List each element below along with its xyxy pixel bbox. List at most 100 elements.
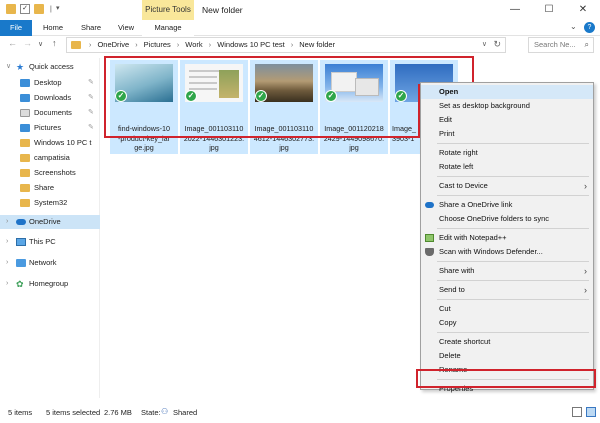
expand-icon[interactable]: › — [6, 256, 8, 270]
tab-manage[interactable]: Manage — [142, 20, 194, 36]
quick-access-dropdown-icon[interactable]: ▾ — [56, 4, 60, 12]
sidebar-item-network[interactable]: › Network — [0, 256, 100, 270]
menu-item-print[interactable]: Print — [421, 127, 593, 141]
network-icon — [16, 259, 26, 267]
breadcrumb-windows-10-pc-test[interactable]: Windows 10 PC test — [217, 40, 285, 49]
sidebar-item-homegroup[interactable]: › ✿ Homegroup — [0, 277, 100, 291]
tab-view[interactable]: View — [110, 20, 142, 36]
menu-item-send-to[interactable]: Send to › — [421, 283, 593, 297]
refresh-icon[interactable]: ↻ — [493, 39, 501, 50]
sidebar-item-label: Quick access — [29, 62, 74, 71]
forward-icon[interactable]: → — [23, 38, 32, 48]
menu-item-open[interactable]: Open — [421, 85, 593, 99]
menu-item-edit-with-notepad[interactable]: Edit with Notepad++ — [421, 231, 593, 245]
tab-home[interactable]: Home — [36, 20, 70, 36]
context-menu: Open Set as desktop background Edit Print Ro… — [420, 82, 594, 393]
sidebar-item-downloads[interactable]: Downloads ✎ — [0, 91, 100, 105]
expand-icon[interactable]: › — [6, 215, 8, 229]
navigation-pane: ∨ ★ Quick access Desktop ✎ Downloads ✎ D… — [0, 58, 100, 398]
recent-locations-icon[interactable]: ∨ — [38, 40, 43, 48]
menu-item-label: Set as desktop background — [439, 101, 530, 110]
menu-item-label: Share with — [439, 266, 475, 275]
menu-item-share-a-onedrive-link[interactable]: Share a OneDrive link — [421, 198, 593, 212]
chevron-right-icon[interactable]: › — [177, 42, 179, 49]
close-button[interactable]: ✕ — [566, 0, 600, 20]
properties-check-icon[interactable]: ✓ — [20, 4, 30, 14]
download-icon — [20, 94, 30, 102]
menu-item-copy[interactable]: Copy — [421, 316, 593, 330]
menu-item-rotate-left[interactable]: Rotate left — [421, 160, 593, 174]
tab-file[interactable]: File — [0, 20, 32, 36]
expand-icon[interactable]: › — [6, 277, 8, 291]
expand-icon[interactable]: › — [6, 235, 8, 249]
menu-item-choose-onedrive-folders-to-sync[interactable]: Choose OneDrive folders to sync — [421, 212, 593, 226]
defender-icon — [425, 248, 434, 256]
sidebar-item-system32[interactable]: System32 — [0, 196, 100, 210]
menu-item-share-with[interactable]: Share with › — [421, 264, 593, 278]
search-input[interactable]: Search Ne... ⌕ — [528, 37, 594, 53]
menu-item-label: Open — [439, 87, 459, 96]
sidebar-item-campatisia[interactable]: campatisia — [0, 151, 100, 165]
menu-item-cut[interactable]: Cut — [421, 302, 593, 316]
up-icon[interactable]: ↑ — [52, 38, 57, 48]
sidebar-item-documents[interactable]: Documents ✎ — [0, 106, 100, 120]
breadcrumb-onedrive[interactable]: OneDrive — [97, 40, 129, 49]
menu-item-create-shortcut[interactable]: Create shortcut — [421, 335, 593, 349]
sidebar-item-windows-10-pc-test[interactable]: Windows 10 PC t — [0, 136, 100, 150]
chevron-right-icon[interactable]: › — [209, 42, 211, 49]
window-title: New folder — [202, 5, 243, 15]
address-dropdown-icon[interactable]: ∨ — [482, 40, 487, 48]
breadcrumb-work[interactable]: Work — [185, 40, 202, 49]
maximize-button[interactable]: ☐ — [532, 0, 566, 20]
collapse-icon[interactable]: ∨ — [6, 60, 11, 74]
pin-icon: ✎ — [88, 94, 94, 101]
menu-item-label: Copy — [439, 318, 457, 327]
sidebar-item-pictures[interactable]: Pictures ✎ — [0, 121, 100, 135]
folder-icon — [20, 184, 30, 192]
large-icons-view-icon[interactable] — [586, 407, 596, 417]
sidebar-item-onedrive[interactable]: › OneDrive — [0, 215, 100, 229]
onedrive-icon — [16, 219, 26, 225]
ribbon-tabs: File Home Share View Manage ⌄ ? — [0, 20, 600, 36]
details-view-icon[interactable] — [572, 407, 582, 417]
chevron-right-icon[interactable]: › — [291, 42, 293, 49]
menu-item-label: Scan with Windows Defender... — [439, 247, 543, 256]
sidebar-item-desktop[interactable]: Desktop ✎ — [0, 76, 100, 90]
sidebar-item-share[interactable]: Share — [0, 181, 100, 195]
sidebar-item-quick-access[interactable]: ∨ ★ Quick access — [0, 60, 100, 74]
sidebar-item-label: Desktop — [34, 78, 62, 87]
new-folder-icon[interactable] — [34, 4, 44, 14]
breadcrumb-new-folder[interactable]: New folder — [299, 40, 335, 49]
address-bar[interactable]: › OneDrive › Pictures › Work › Windows 1… — [66, 37, 506, 53]
folder-icon[interactable] — [6, 4, 16, 14]
menu-item-set-as-desktop-background[interactable]: Set as desktop background — [421, 99, 593, 113]
help-icon[interactable]: ? — [584, 22, 595, 33]
highlight-properties — [416, 369, 596, 388]
expand-ribbon-icon[interactable]: ⌄ — [570, 22, 577, 31]
sidebar-item-label: Windows 10 PC t — [34, 138, 92, 147]
menu-item-rotate-right[interactable]: Rotate right — [421, 146, 593, 160]
state-label: State: — [141, 408, 161, 417]
chevron-right-icon[interactable]: › — [135, 42, 137, 49]
menu-item-label: Create shortcut — [439, 337, 491, 346]
sidebar-item-screenshots[interactable]: Screenshots — [0, 166, 100, 180]
breadcrumb-pictures[interactable]: Pictures — [144, 40, 171, 49]
folder-icon — [20, 154, 30, 162]
menu-item-label: Choose OneDrive folders to sync — [439, 214, 550, 223]
menu-item-delete[interactable]: Delete — [421, 349, 593, 363]
menu-item-edit[interactable]: Edit — [421, 113, 593, 127]
menu-separator — [437, 261, 589, 262]
menu-item-cast-to-device[interactable]: Cast to Device › — [421, 179, 593, 193]
tab-share[interactable]: Share — [74, 20, 108, 36]
selected-count: 5 items selected — [46, 408, 101, 417]
computer-icon — [16, 238, 26, 246]
sidebar-item-label: campatisia — [34, 153, 70, 162]
minimize-button[interactable]: — — [498, 0, 532, 20]
menu-item-label: Cast to Device — [439, 181, 488, 190]
chevron-right-icon[interactable]: › — [89, 42, 91, 49]
pin-icon: ✎ — [88, 109, 94, 116]
sidebar-item-this-pc[interactable]: › This PC — [0, 235, 100, 249]
menu-item-label: Share a OneDrive link — [439, 200, 513, 209]
menu-item-scan-with-windows-defender[interactable]: Scan with Windows Defender... — [421, 245, 593, 259]
back-icon[interactable]: ← — [8, 38, 17, 48]
